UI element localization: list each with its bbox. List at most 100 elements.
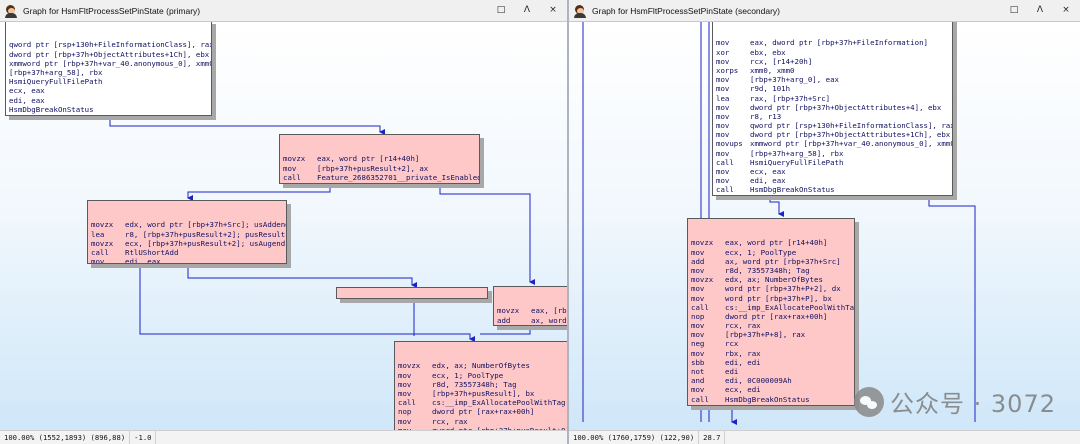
asm-line[interactable]: call HsmDbgBreakOnStatus [691,395,851,404]
close-icon[interactable]: × [1060,3,1072,17]
asm-line[interactable]: mov [rbp+37h+pusResult+2], ax [283,164,476,173]
asm-mnemonic: movzx [691,275,714,285]
asm-line[interactable]: lea r8, [rbp+37h+pusResult+2]; pusResult [91,229,285,239]
asm-line[interactable]: nop dword ptr [rax+rax+00h] [398,407,567,416]
asm-line[interactable]: qword ptr [rsp+130h+FileInformationClass… [9,40,211,49]
asm-line[interactable]: mov eax, dword ptr [rbp+37h+FileInformati… [716,38,949,47]
asm-line[interactable]: movups xmmword ptr [rbp+37h+var_40.anonym… [716,139,952,148]
asm-line[interactable]: mov word ptr [rbp+37h+P], bx [691,294,851,303]
asm-line[interactable]: mov r8, r13 [716,112,949,121]
asm-line[interactable]: ecx, eax [9,86,208,95]
asm-line[interactable]: sbb edi, edi [691,358,851,367]
secondary-title-bar[interactable]: Graph for HsmFltProcessSetPinState (seco… [569,0,1080,22]
asm-line[interactable]: mov edi, eax [91,257,283,263]
asm-line[interactable]: call Feature_2686352701__private_IsEnable… [283,173,479,182]
asm-line[interactable]: and edi, 0C000009Ah [691,376,851,385]
asm-line[interactable]: mov[rbp+37h [497,325,567,326]
asm-line[interactable]: add ax, word [497,316,567,325]
asm-line[interactable]: mov dword ptr [rbp+37h+ObjectAttributes+4… [716,103,949,112]
asm-operands: word ptr [rbp+37h+P+2], dx [725,284,841,294]
asm-operands: dword ptr [rax+rax+00h] [432,407,535,417]
asm-line[interactable]: call HsmDbgBreakOnStatus [716,185,949,194]
code-block-l2[interactable]: movzx eax, word ptr [r14+40h] mov [rbp+37h+… [279,134,480,184]
asm-line[interactable]: testrbx, rbx [691,404,851,405]
asm-mnemonic: neg [691,339,705,349]
asm-mnemonic: mov [716,38,730,48]
asm-line[interactable]: call cs:__imp_ExAllocatePoolWithTag [398,398,567,407]
asm-line[interactable]: call cs:__imp_ExAllocatePoolWithTag [691,303,854,312]
asm-line[interactable]: movzx ecx, [rbp+37h+pusResult+2]; usAugen… [91,239,285,248]
primary-graph-canvas[interactable]: qword ptr [rsp+130h+FileInformationClass… [0,22,567,430]
float-icon[interactable]: Ʌ [1034,3,1046,17]
asm-line[interactable]: mov ecx, 1; PoolType [691,248,851,257]
close-icon[interactable]: × [547,3,559,17]
secondary-graph-canvas[interactable]: mov eax, dword ptr [rbp+37h+FileInformati… [569,22,1080,430]
asm-line[interactable]: mov [rbp+37h+arg_0], eax [716,75,949,84]
asm-line[interactable]: movzx eax, word ptr [r14+40h] [691,238,851,247]
asm-line[interactable]: xorps xmm0, xmm0 [716,66,949,75]
asm-line[interactable]: movzx edx, ax; NumberOfBytes [691,275,851,284]
asm-line[interactable]: movzx eax, word ptr [r14+40h] [283,154,476,163]
asm-line[interactable]: xmmword ptr [rbp+37h+var_40.anonymous_0]… [9,59,211,68]
asm-line[interactable]: xor ebx, ebx [716,48,949,57]
asm-line[interactable]: [rbp+37h+arg_58], rbx [9,68,208,77]
wechat-icon [854,386,885,417]
asm-line[interactable]: not edi [691,367,851,376]
code-block-r2[interactable]: movzx eax, word ptr [r14+40h] mov ecx, 1; P… [687,218,855,406]
asm-line[interactable]: neg rcx [691,339,851,348]
asm-line[interactable]: mov [rbp+37h+arg_58], rbx [716,149,949,158]
asm-operands: r9d, 101h [750,84,791,94]
asm-operands: qword ptr [rsp+130h+FileInformationClass… [750,121,953,131]
asm-line[interactable]: mov rbx, rax [691,349,851,358]
asm-line[interactable]: mov rcx, rax [398,417,567,426]
asm-line[interactable]: mov rcx, [r14+20h] [716,57,949,66]
asm-mnemonic: mov [691,284,705,294]
asm-line[interactable]: testedi, edi [716,195,949,196]
ida-app-icon [573,4,587,18]
asm-line[interactable]: mov [rbp+37h+pusResult], bx [398,389,567,398]
asm-line[interactable]: testeax, eax [283,182,476,183]
asm-line[interactable]: mov r8d, 73557348h; Tag [691,266,851,275]
asm-line[interactable]: mov dword ptr [rbp+37h+ObjectAttributes+1… [716,130,950,139]
asm-mnemonic: lea [716,93,730,103]
maximize-icon[interactable]: □ [1008,3,1020,17]
asm-line[interactable]: lea rax, [rbp+37h+Src] [716,94,949,103]
maximize-icon[interactable]: □ [495,3,507,17]
asm-line[interactable]: mov word ptr [rbp+37h+P+2], dx [691,284,851,293]
asm-line[interactable]: mov ecx, eax [716,167,949,176]
asm-line[interactable]: HsmiQueryFullFilePath [9,77,208,86]
asm-line[interactable]: edi, edi [9,114,208,115]
code-block-l1[interactable]: qword ptr [rsp+130h+FileInformationClass… [5,22,212,116]
asm-line[interactable]: call HsmiQueryFullFilePath [716,158,949,167]
asm-line[interactable]: movzx edx, ax; NumberOfBytes [398,361,567,370]
primary-title-bar[interactable]: Graph for HsmFltProcessSetPinState (prim… [0,0,567,22]
asm-line[interactable]: mov qword ptr [rsp+130h+FileInformationCl… [716,121,952,130]
asm-line[interactable]: mov r9d, 101h [716,84,949,93]
asm-line[interactable]: edi, eax [9,96,208,105]
code-block-l6[interactable]: movzx edx, ax; NumberOfBytes mov ecx, 1; Po… [394,341,567,430]
asm-line[interactable]: mov ecx, 1; PoolType [398,371,567,380]
asm-line[interactable]: dword ptr [rbp+37h+ObjectAttributes+1Ch]… [9,50,209,59]
primary-window-title: Graph for HsmFltProcessSetPinState (prim… [23,5,201,16]
asm-mnemonic: lea [91,229,105,239]
asm-line[interactable]: movzx eax, [rb [497,306,567,315]
asm-line[interactable]: mov [rbp+37h+P+8], rax [691,330,851,339]
asm-line[interactable]: mov rcx, rax [691,321,851,330]
asm-line[interactable]: add ax, word ptr [rbp+37h+Src] [691,257,851,266]
code-block-l3[interactable]: movzx edx, word ptr [rbp+37h+Src]; usAdde… [87,200,287,264]
asm-operands: rcx, rax [432,416,468,426]
asm-line[interactable]: call RtlUShortAdd [91,248,283,257]
code-block-l5[interactable]: movzxeax, [rbaddax, wordmov[rbp+37hjmpsh… [493,286,567,326]
asm-line[interactable]: movzx edx, word ptr [rbp+37h+Src]; usAdde… [91,220,286,229]
code-block-l4[interactable]: movzxeax, [rbp+37h+pusResult+2] [336,287,488,299]
asm-line[interactable]: mov edi, eax [716,176,949,185]
asm-operands: [rbp+37h+P+8], rax [725,330,806,340]
asm-operands: [rbp+37h+pusResult+2], ax [317,163,429,173]
asm-line[interactable]: mov ecx, edi [691,385,851,394]
edge-l5-l6 [480,328,531,335]
float-icon[interactable]: Ʌ [521,3,533,17]
asm-line[interactable]: nop dword ptr [rax+rax+00h] [691,312,851,321]
asm-line[interactable]: HsmDbgBreakOnStatus [9,105,208,114]
code-block-r1[interactable]: mov eax, dword ptr [rbp+37h+FileInformati… [712,22,953,196]
asm-line[interactable]: mov r8d, 73557348h; Tag [398,380,567,389]
